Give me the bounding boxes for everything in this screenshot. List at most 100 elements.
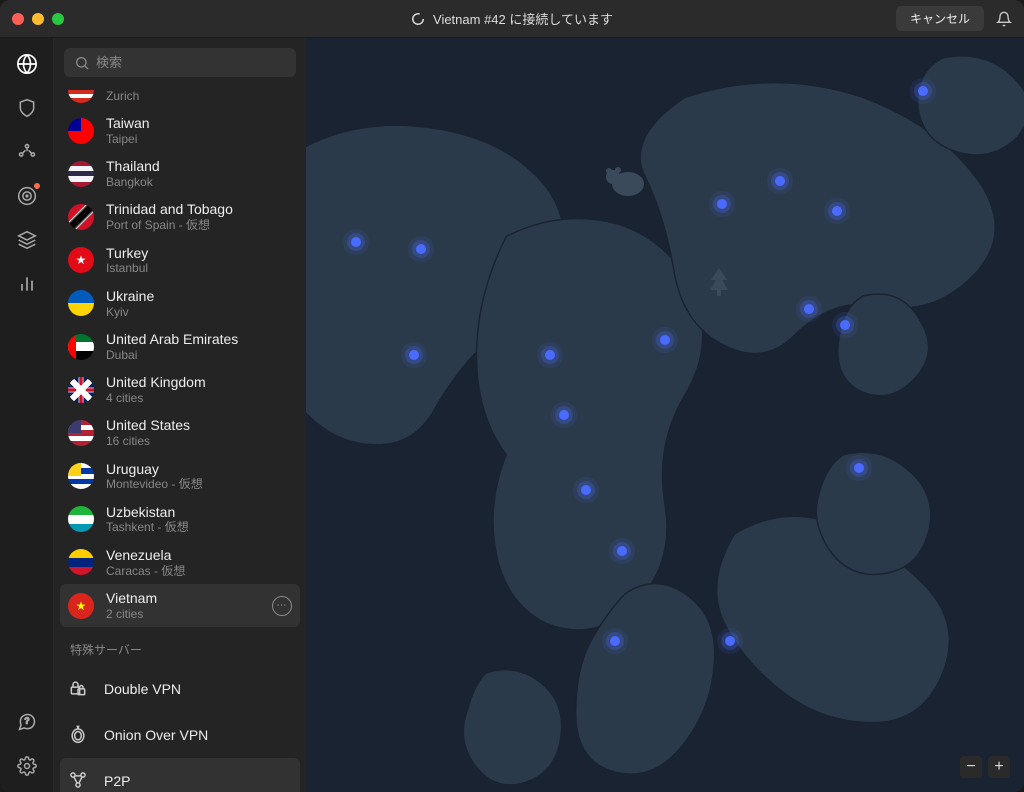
server-marker[interactable]	[840, 320, 850, 330]
gear-icon	[17, 756, 37, 776]
server-marker[interactable]	[804, 304, 814, 314]
server-marker[interactable]	[409, 350, 419, 360]
help-icon: ?	[17, 712, 37, 732]
flag-icon	[68, 377, 94, 403]
server-marker[interactable]	[717, 199, 727, 209]
server-marker[interactable]	[559, 410, 569, 420]
server-marker[interactable]	[918, 86, 928, 96]
notification-dot	[33, 182, 41, 190]
loading-icon	[411, 12, 425, 26]
flag-icon	[68, 420, 94, 446]
country-item[interactable]: United Kingdom4 cities	[54, 368, 306, 411]
server-marker[interactable]	[725, 636, 735, 646]
connection-status: Vietnam #42 に接続しています	[411, 9, 613, 28]
map-zoom-controls: − +	[960, 756, 1010, 778]
special-server-item[interactable]: Onion Over VPN	[54, 712, 306, 758]
titlebar: Vietnam #42 に接続しています キャンセル	[0, 0, 1024, 38]
nav-help[interactable]: ?	[15, 710, 39, 734]
server-marker[interactable]	[775, 176, 785, 186]
country-name: Trinidad and Tobago	[106, 201, 233, 218]
tree-deco	[701, 264, 737, 300]
country-sub: 2 cities	[106, 607, 157, 621]
sidebar: ZurichTaiwanTaipeiThailandBangkokTrinida…	[54, 38, 306, 792]
flag-icon	[68, 118, 94, 144]
country-item[interactable]: ThailandBangkok	[54, 152, 306, 195]
search-input[interactable]	[64, 48, 296, 77]
server-marker[interactable]	[416, 244, 426, 254]
nav-layers[interactable]	[15, 228, 39, 252]
country-name: Uruguay	[106, 461, 203, 478]
shield-icon	[17, 98, 37, 118]
window-title: Vietnam #42 に接続しています	[433, 9, 613, 28]
cancel-button[interactable]: キャンセル	[896, 6, 984, 31]
server-marker[interactable]	[660, 335, 670, 345]
country-list[interactable]: ZurichTaiwanTaipeiThailandBangkokTrinida…	[54, 87, 306, 792]
country-item-truncated[interactable]: Zurich	[54, 87, 306, 109]
flag-icon	[68, 549, 94, 575]
server-marker[interactable]	[617, 546, 627, 556]
server-marker[interactable]	[581, 485, 591, 495]
flag-icon	[68, 334, 94, 360]
country-item[interactable]: VenezuelaCaracas - 仮想	[54, 541, 306, 584]
flag-icon	[68, 506, 94, 532]
country-name: Venezuela	[106, 547, 185, 564]
flag-icon	[68, 204, 94, 230]
nav-shield[interactable]	[15, 96, 39, 120]
country-item[interactable]: ★TurkeyIstanbul	[54, 239, 306, 282]
country-sub: Montevideo - 仮想	[106, 477, 203, 491]
country-name: Taiwan	[106, 115, 150, 132]
panda-deco	[593, 159, 653, 199]
special-server-item[interactable]: Double VPN	[54, 666, 306, 712]
country-item[interactable]: United States16 cities	[54, 411, 306, 454]
close-window[interactable]	[12, 13, 24, 25]
special-server-label: P2P	[104, 773, 130, 789]
country-item[interactable]: United Arab EmiratesDubai	[54, 325, 306, 368]
special-server-item[interactable]: P2P	[60, 758, 300, 792]
more-icon[interactable]: ⋯	[272, 596, 292, 616]
server-marker[interactable]	[832, 206, 842, 216]
country-item[interactable]: Trinidad and TobagoPort of Spain - 仮想	[54, 195, 306, 238]
country-sub: 4 cities	[106, 391, 206, 405]
flag-icon: ★	[68, 247, 94, 273]
nav-globe[interactable]	[15, 52, 39, 76]
country-name: United States	[106, 417, 190, 434]
mesh-icon	[17, 142, 37, 162]
country-item[interactable]: UzbekistanTashkent - 仮想	[54, 498, 306, 541]
nav-radar[interactable]	[15, 184, 39, 208]
bell-icon[interactable]	[996, 11, 1012, 27]
layers-icon	[17, 230, 37, 250]
country-sub: Kyiv	[106, 305, 154, 319]
lock-icon	[68, 678, 90, 700]
country-item[interactable]: ★ Vietnam2 cities ⋯	[60, 584, 300, 627]
zoom-in-button[interactable]: +	[988, 756, 1010, 778]
map-view[interactable]: − +	[306, 38, 1024, 792]
country-name: Vietnam	[106, 590, 157, 607]
country-item[interactable]: UruguayMontevideo - 仮想	[54, 455, 306, 498]
server-marker[interactable]	[610, 636, 620, 646]
country-sub: Tashkent - 仮想	[106, 520, 189, 534]
country-item[interactable]: TaiwanTaipei	[54, 109, 306, 152]
server-marker[interactable]	[545, 350, 555, 360]
minimize-window[interactable]	[32, 13, 44, 25]
country-sub: Bangkok	[106, 175, 160, 189]
country-sub: Caracas - 仮想	[106, 564, 185, 578]
country-sub: Dubai	[106, 348, 238, 362]
p2p-icon	[68, 770, 90, 792]
fullscreen-window[interactable]	[52, 13, 64, 25]
flag-icon	[68, 161, 94, 187]
country-sub: Taipei	[106, 132, 150, 146]
nav-settings[interactable]	[15, 754, 39, 778]
server-marker[interactable]	[351, 237, 361, 247]
country-name: Turkey	[106, 245, 148, 262]
globe-icon	[16, 53, 38, 75]
country-item[interactable]: UkraineKyiv	[54, 282, 306, 325]
country-name: United Kingdom	[106, 374, 206, 391]
server-marker[interactable]	[854, 463, 864, 473]
nav-mesh[interactable]	[15, 140, 39, 164]
special-server-label: Onion Over VPN	[104, 727, 208, 743]
nav-rail: ?	[0, 38, 54, 792]
flag-icon: ★	[68, 593, 94, 619]
nav-stats[interactable]	[15, 272, 39, 296]
zoom-out-button[interactable]: −	[960, 756, 982, 778]
special-servers-header: 特殊サーバー	[54, 627, 306, 666]
